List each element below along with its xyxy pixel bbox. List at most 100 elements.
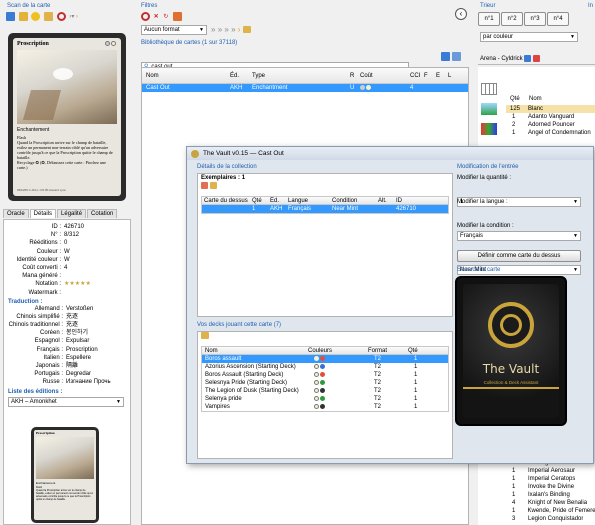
grid-view-icon[interactable] [481, 83, 497, 95]
list-item[interactable]: 4 Knight of New Benalia [506, 499, 595, 507]
col-name[interactable]: Nom [521, 93, 542, 105]
sort-az-icon[interactable] [441, 52, 450, 61]
col-edition[interactable]: Éd. [230, 68, 252, 83]
tab-oracle[interactable]: Oracle [3, 209, 29, 218]
color-view-icon[interactable] [481, 123, 497, 135]
sun-icon[interactable] [31, 12, 41, 21]
col-cost[interactable]: Coût [360, 68, 410, 83]
card-text-body: Quand la Proscription arrive sur le cham… [17, 140, 113, 160]
deck-colors-icons [308, 371, 368, 379]
vault-subtitle: Collection & Deck Assistant [483, 380, 539, 385]
list-item[interactable]: 1 Imperial Ceratops [506, 475, 595, 483]
sorter-col-3[interactable]: n°3 [524, 12, 546, 26]
nav-last-icon[interactable]: » [231, 25, 235, 34]
search-icon[interactable] [56, 12, 66, 21]
add-copy-icon[interactable] [201, 182, 208, 189]
arrow-icon[interactable]: › [76, 14, 78, 20]
col-f[interactable]: F [424, 68, 436, 83]
sort-icons [441, 52, 463, 61]
list-item[interactable]: 3 Legion Conquistador [506, 515, 595, 523]
arena-title[interactable]: Arena - Cyldrick [478, 56, 523, 62]
refresh-icon[interactable]: ↻ [163, 14, 168, 20]
table-row[interactable]: Boros assault T2 1 [202, 355, 448, 363]
col-type[interactable]: Type [252, 68, 350, 83]
col-rarity[interactable]: R [350, 68, 360, 83]
list-item[interactable]: 1 Angel of Condemnation [506, 129, 595, 137]
close-icon[interactable]: ✕ [154, 14, 159, 20]
card-type-line: Enchantement [17, 127, 50, 133]
folder-icon[interactable] [44, 12, 54, 21]
back-button[interactable]: ‹ [455, 8, 467, 20]
table-row[interactable]: Azorius Ascension (Starting Deck) T2 1 [202, 363, 448, 371]
scan-title: Scan de la carte [7, 3, 51, 9]
table-row[interactable]: ✓ 1 AKH Français Near Mint 426710 [202, 205, 448, 213]
sorter-col-1[interactable]: n°1 [478, 12, 500, 26]
open-deck-icon[interactable] [201, 332, 209, 339]
table-row[interactable]: Boros Assault (Starting Deck) T2 1 [202, 371, 448, 379]
arena-close-icon[interactable] [524, 54, 532, 62]
chevron-down-icon: ▼ [199, 27, 204, 33]
arena-pin-icon[interactable] [533, 54, 541, 62]
copies-label: Exemplaires : 1 [201, 175, 246, 181]
define-top-card-button[interactable]: Définir comme carte du dessus [457, 250, 581, 262]
card-text-cycling: Recyclage ✪ (✪, Défaussez cette carte : … [17, 160, 106, 170]
nav-first-icon[interactable]: » [211, 25, 215, 34]
language-entry-select[interactable]: Français ▼ [457, 231, 581, 241]
col-qty[interactable]: Qté [506, 93, 521, 105]
image-icon[interactable] [18, 12, 28, 21]
col-cmc[interactable]: CCI [410, 68, 424, 83]
translation-row: Espagnol : Expulsar [34, 338, 90, 345]
table-row[interactable]: The Legion of Dusk (Starting Deck) T2 1 [202, 387, 448, 395]
translation-row: Allemand : Verstoßen [34, 305, 94, 312]
list-item[interactable]: 2 Adorned Pouncer [506, 121, 595, 129]
sorter-col-2[interactable]: n°2 [501, 12, 523, 26]
nav-arrow-icon[interactable]: › [238, 25, 241, 34]
thumb-card-art [36, 437, 94, 479]
tab-legality[interactable]: Légalité [57, 209, 87, 218]
list-item[interactable]: 125 Blanc [506, 105, 595, 113]
col-l[interactable]: L [448, 68, 458, 83]
dialog-titlebar[interactable]: The Vault v0.15 — Cast Out [187, 147, 593, 160]
col-name[interactable]: Nom [142, 68, 230, 83]
table-row[interactable]: Cast Out AKH Enchantment U 4 [142, 84, 468, 92]
filter-icon[interactable] [141, 12, 150, 21]
translation-row: Japonais : 隔離 [35, 363, 79, 369]
clear-filter-icon[interactable] [173, 12, 183, 21]
sort-options-icon[interactable] [452, 52, 461, 61]
details-title: Détails de la collection [197, 164, 257, 170]
list-item[interactable]: 1 Kwende, Pride of Femeref [506, 507, 595, 515]
edit-copy-icon[interactable] [210, 182, 217, 189]
card-scan-image: Proscription Enchantement Flash Quand la… [8, 33, 126, 201]
chevron-down-icon: ▼ [573, 233, 578, 239]
tab-pricing[interactable]: Cotation [87, 209, 118, 218]
list-item[interactable]: 1 Ixalan's Binding [506, 491, 595, 499]
translation-row: Russe : Изгнание Прочь [42, 379, 111, 386]
edition-card-thumbnail[interactable]: Proscription Enchantement Flash Quand la … [31, 427, 99, 523]
chevron-right-icon[interactable]: ›▾ [69, 14, 74, 20]
list-item[interactable]: 1 Invoke the Divine [506, 483, 595, 491]
vault-brand: The Vault [482, 362, 540, 376]
edition-select[interactable]: AKH – Amonkhet ▼ [8, 396, 124, 407]
detail-watermark: Watermark : [28, 289, 61, 296]
table-row[interactable]: Selenya pride T2 1 [202, 395, 448, 403]
col-e[interactable]: E [436, 68, 448, 83]
decks-toolbar [198, 332, 452, 344]
table-row[interactable]: Selesnya Pride (Starting Deck) T2 1 [202, 379, 448, 387]
sorter-col-4[interactable]: n°4 [547, 12, 569, 26]
list-item[interactable]: 1 Imperial Aerosaur [506, 467, 595, 475]
translation-row: Français : Proscription [36, 346, 98, 353]
nav-next2-icon[interactable]: » [224, 25, 228, 34]
filter-nav-icons: » » » » › [211, 25, 253, 34]
sort-by-select[interactable]: par couleur ▼ [480, 32, 578, 42]
cost-mana-icons [360, 84, 410, 92]
table-row[interactable]: Vampires T2 1 [202, 403, 448, 411]
decks-grid: Nom Couleurs Format Qté Boros assault T2… [201, 346, 449, 412]
folder-open-icon[interactable] [242, 26, 251, 34]
list-icon[interactable] [6, 12, 15, 21]
nav-next-icon[interactable]: » [218, 25, 222, 34]
chart-view-icon[interactable] [481, 103, 497, 115]
format-select[interactable]: Aucun format ▼ [141, 25, 207, 35]
tab-details[interactable]: Détails [29, 209, 57, 218]
list-item[interactable]: 1 Adanto Vanguard [506, 113, 595, 121]
library-title: Bibliothèque de cartes (1 sur 37118) [141, 40, 238, 46]
